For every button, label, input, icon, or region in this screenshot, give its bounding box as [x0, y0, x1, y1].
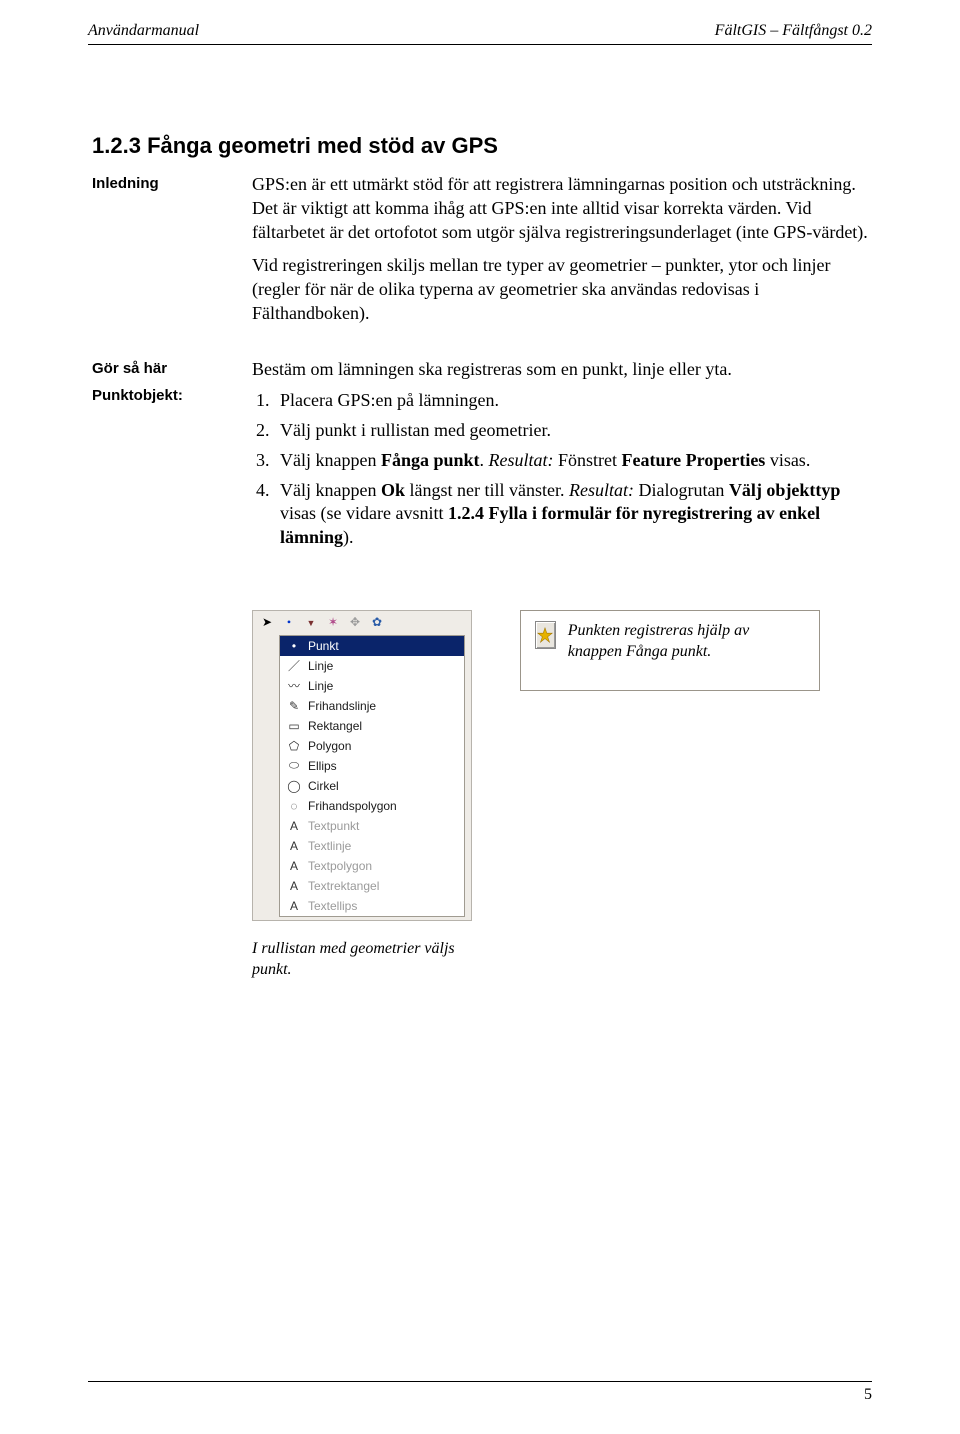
geometry-option: A Textrektangel — [280, 876, 464, 896]
geometry-option-icon: ／ — [286, 658, 302, 674]
geometry-option-icon: A — [286, 838, 302, 854]
geometry-option[interactable]: ▭ Rektangel — [280, 716, 464, 736]
capture-point-icon — [536, 626, 554, 644]
label-punktobjekt: Punktobjekt: — [92, 385, 252, 556]
geometry-dropdown[interactable]: • Punkt ／ Linje 〰 Linje ✎ Frihandslinje ▭ Rektang… — [279, 635, 465, 917]
dot-icon[interactable]: • — [281, 615, 297, 631]
body-inledning: GPS:en är ett utmärkt stöd för att regis… — [252, 173, 868, 336]
inledning-p1: GPS:en är ett utmärkt stöd för att regis… — [252, 173, 868, 244]
gear-icon[interactable]: ✿ — [369, 615, 385, 631]
figure-right: Punkten registreras hjälp av knappen Fån… — [520, 610, 820, 692]
geometry-option[interactable]: ⬠ Polygon — [280, 736, 464, 756]
chevron-down-icon[interactable]: ▼ — [303, 615, 319, 631]
geometry-option-label: Textpunkt — [308, 819, 359, 833]
figure-right-caption: Punkten registreras hjälp av knappen Fån… — [568, 621, 805, 663]
geometry-option-icon: A — [286, 858, 302, 874]
geometry-option-label: Textpolygon — [308, 859, 372, 873]
page-header: Användarmanual FältGIS – Fältfångst 0.2 — [0, 0, 960, 40]
geometry-option[interactable]: • Punkt — [280, 636, 464, 656]
block-inledning: Inledning GPS:en är ett utmärkt stöd för… — [92, 173, 868, 336]
geometry-option-icon: ◯ — [286, 778, 302, 794]
geometry-option-label: Textrektangel — [308, 879, 379, 893]
geometry-option-label: Linje — [308, 679, 333, 693]
geometry-option-label: Linje — [308, 659, 333, 673]
figure-left: ➤ • ▼ ✶ ✥ ✿ • Punkt ／ Linje 〰 Linje ✎ Frihandsl… — [252, 610, 482, 981]
geometry-option-icon: A — [286, 898, 302, 914]
body-gorsahar: Bestäm om lämningen ska registreras som … — [252, 358, 868, 382]
footer-rule — [88, 1381, 872, 1382]
geometry-option[interactable]: ◯ Cirkel — [280, 776, 464, 796]
geometry-option-icon: A — [286, 878, 302, 894]
geometry-option[interactable]: ／ Linje — [280, 656, 464, 676]
geometry-option-icon: ✎ — [286, 698, 302, 714]
step-2: Välj punkt i rullistan med geometrier. — [274, 419, 868, 443]
block-punktobjekt: Punktobjekt: Placera GPS:en på lämningen… — [92, 385, 868, 556]
step-4: Välj knappen Ok längst ner till vänster.… — [274, 479, 868, 550]
tool-icons-row: ➤ • ▼ ✶ ✥ ✿ — [253, 614, 471, 633]
page-footer: 5 — [88, 1381, 872, 1404]
geometry-option-label: Cirkel — [308, 779, 339, 793]
label-inledning: Inledning — [92, 173, 252, 336]
geometry-option: A Textpunkt — [280, 816, 464, 836]
header-right: FältGIS – Fältfångst 0.2 — [715, 22, 872, 40]
block-gorsahar: Gör så här Bestäm om lämningen ska regis… — [92, 358, 868, 382]
geometry-option-label: Textellips — [308, 899, 357, 913]
geometry-option[interactable]: 〰 Linje — [280, 676, 464, 696]
geometry-option-icon: ⬭ — [286, 758, 302, 774]
figure-left-caption: I rullistan med geometrier väljs punkt. — [252, 939, 482, 981]
geometry-toolbar: ➤ • ▼ ✶ ✥ ✿ • Punkt ／ Linje 〰 Linje ✎ Frihandsl… — [252, 610, 472, 921]
geometry-option-label: Frihandslinje — [308, 699, 376, 713]
section-title: 1.2.3 Fånga geometri med stöd av GPS — [92, 133, 868, 159]
geometry-option-label: Polygon — [308, 739, 351, 753]
geometry-option-label: Punkt — [308, 639, 339, 653]
geometry-option[interactable]: ⬭ Ellips — [280, 756, 464, 776]
body-punktobjekt: Placera GPS:en på lämningen. Välj punkt … — [252, 385, 868, 556]
geometry-option-icon: ◌ — [286, 798, 302, 814]
content: 1.2.3 Fånga geometri med stöd av GPS Inl… — [0, 45, 960, 980]
geometry-option: A Textellips — [280, 896, 464, 916]
sparkle-icon[interactable]: ✶ — [325, 615, 341, 631]
geometry-option: A Textpolygon — [280, 856, 464, 876]
page-number: 5 — [88, 1386, 872, 1404]
geometry-option-icon: ⬠ — [286, 738, 302, 754]
pointer-icon[interactable]: ➤ — [259, 615, 275, 631]
geometry-option-label: Rektangel — [308, 719, 362, 733]
geometry-option-icon: • — [286, 638, 302, 654]
geometry-option-icon: 〰 — [286, 678, 302, 694]
header-left: Användarmanual — [88, 22, 199, 40]
capture-point-button[interactable] — [535, 621, 556, 649]
geometry-option: A Textlinje — [280, 836, 464, 856]
step-3: Välj knappen Fånga punkt. Resultat: Föns… — [274, 449, 868, 473]
geometry-option-label: Ellips — [308, 759, 337, 773]
geometry-option[interactable]: ✎ Frihandslinje — [280, 696, 464, 716]
label-gorsahar: Gör så här — [92, 358, 252, 382]
geometry-option-label: Frihandspolygon — [308, 799, 397, 813]
capture-icon[interactable]: ✥ — [347, 615, 363, 631]
step-1: Placera GPS:en på lämningen. — [274, 389, 868, 413]
geometry-option-icon: A — [286, 818, 302, 834]
figure-row: ➤ • ▼ ✶ ✥ ✿ • Punkt ／ Linje 〰 Linje ✎ Frihandsl… — [92, 610, 868, 981]
geometry-option[interactable]: ◌ Frihandspolygon — [280, 796, 464, 816]
steps-list: Placera GPS:en på lämningen. Välj punkt … — [252, 389, 868, 550]
inledning-p2: Vid registreringen skiljs mellan tre typ… — [252, 254, 868, 325]
geometry-option-icon: ▭ — [286, 718, 302, 734]
geometry-option-label: Textlinje — [308, 839, 351, 853]
